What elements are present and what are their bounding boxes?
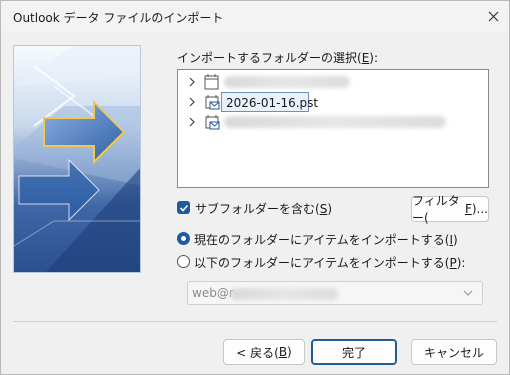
import-below-folder-label-key: P — [449, 256, 457, 270]
data-file-icon — [204, 74, 219, 90]
import-below-folder-label-prefix: 以下のフォルダーにアイテムをインポートする( — [194, 256, 450, 270]
finish-button[interactable]: 完了 — [311, 339, 397, 365]
tree-item-name-redacted — [224, 116, 446, 128]
chevron-right-icon[interactable] — [187, 76, 197, 88]
chevron-down-icon[interactable] — [462, 288, 474, 298]
tree-item-mailbox[interactable] — [178, 112, 488, 132]
folder-select-label-suffix: ): — [369, 51, 379, 65]
checkmark-icon — [179, 204, 188, 212]
finish-button-label: 完了 — [341, 345, 366, 360]
wizard-illustration — [13, 45, 141, 273]
target-folder-value-redacted — [230, 288, 338, 300]
import-below-folder-label[interactable]: 以下のフォルダーにアイテムをインポートする(P): — [194, 254, 465, 271]
folder-tree[interactable]: 2026-01-16.pst — [177, 69, 489, 188]
chevron-right-icon[interactable] — [187, 116, 197, 128]
filter-button-label-suffix: )... — [471, 202, 488, 216]
wizard-arrows-graphic — [14, 46, 140, 272]
mail-folder-icon — [205, 95, 220, 110]
back-button-label-prefix: < 戻る( — [236, 345, 279, 360]
import-current-folder-radio[interactable] — [177, 232, 190, 245]
window-title: Outlook データ ファイルのインポート — [13, 11, 224, 25]
import-below-folder-label-suffix: ): — [456, 256, 466, 270]
title-bar: Outlook データ ファイルのインポート — [1, 1, 509, 31]
import-current-folder-label-prefix: 現在のフォルダーにアイテムをインポートする( — [194, 233, 450, 247]
tree-item-name-redacted — [224, 76, 350, 88]
back-button-label-suffix: ) — [287, 345, 292, 359]
target-folder-dropdown[interactable]: web@r — [187, 281, 483, 305]
import-current-folder-label[interactable]: 現在のフォルダーにアイテムをインポートする(I) — [194, 231, 458, 248]
include-subfolders-checkbox[interactable] — [177, 201, 190, 214]
chevron-right-icon[interactable] — [187, 96, 197, 108]
import-current-folder-label-suffix: ) — [453, 233, 458, 247]
cancel-button[interactable]: キャンセル — [411, 339, 497, 365]
filter-button[interactable]: フィルター( F)... — [411, 194, 489, 225]
footer-divider — [13, 321, 497, 322]
filter-button-label-prefix: フィルター( — [412, 194, 460, 225]
mail-folder-icon — [205, 115, 220, 130]
import-below-folder-radio[interactable] — [177, 255, 190, 268]
filter-button-label-key: F — [464, 202, 472, 216]
back-button[interactable]: < 戻る(B) — [223, 339, 305, 365]
include-subfolders-label-suffix: ) — [327, 202, 332, 216]
tree-item-data-file[interactable] — [178, 72, 488, 92]
import-dialog: Outlook データ ファイルのインポート インポートするフォルダーの選択(E… — [0, 0, 510, 375]
include-subfolders-label-prefix: サブフォルダーを含む( — [195, 202, 320, 216]
folder-select-label: インポートするフォルダーの選択(E): — [177, 49, 378, 66]
tree-item-pst[interactable]: 2026-01-16.pst — [178, 92, 488, 112]
include-subfolders-label[interactable]: サブフォルダーを含む(S) — [195, 200, 332, 217]
tree-item-name: 2026-01-16.pst — [226, 96, 319, 110]
cancel-button-label: キャンセル — [423, 345, 484, 360]
close-button[interactable] — [481, 5, 505, 27]
target-folder-value: web@r — [192, 286, 234, 300]
selected-tree-item[interactable]: 2026-01-16.pst — [221, 92, 318, 112]
folder-select-label-prefix: インポートするフォルダーの選択( — [177, 51, 362, 65]
back-button-label-key: B — [278, 345, 288, 359]
close-icon — [488, 11, 498, 21]
